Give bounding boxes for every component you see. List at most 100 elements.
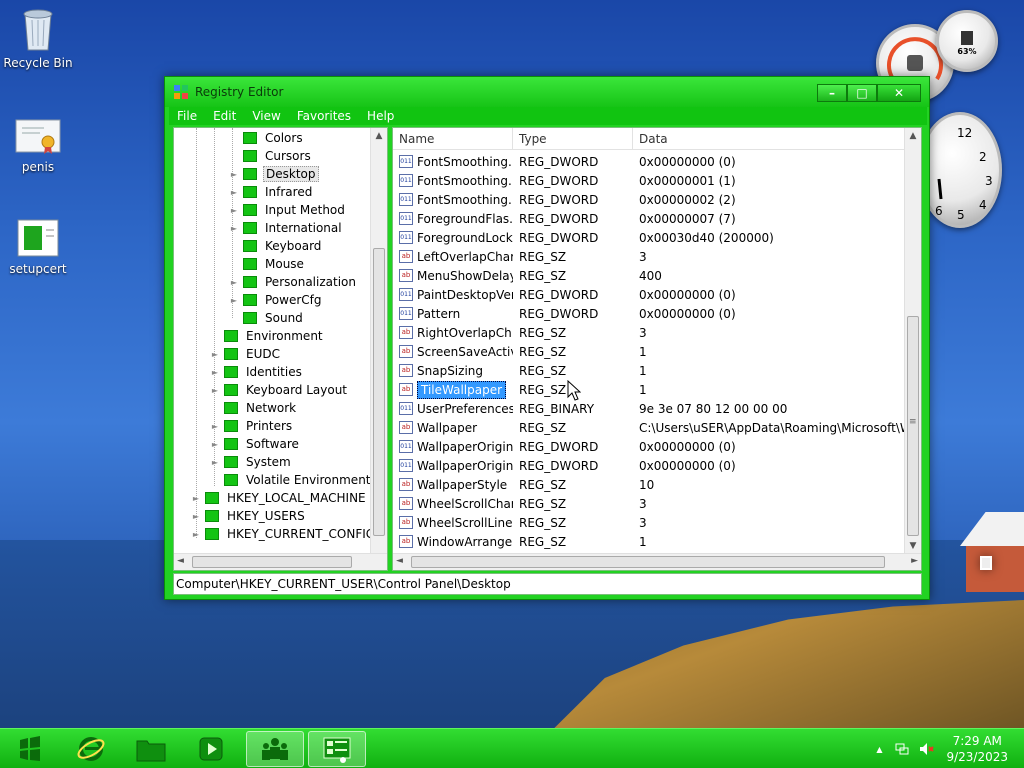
expand-arrow-icon[interactable]: ► xyxy=(229,278,239,287)
tree-item[interactable]: ► HKEY_USERS xyxy=(191,507,307,525)
tree-item[interactable]: ► Keyboard Layout xyxy=(210,381,349,399)
tree-item[interactable]: ► EUDC xyxy=(210,345,282,363)
expand-arrow-icon[interactable]: ► xyxy=(191,512,201,521)
tree-item[interactable]: Mouse xyxy=(229,255,306,273)
table-row[interactable]: 011 FontSmoothing... REG_DWORD 0x00000000 (… xyxy=(393,152,905,171)
expand-arrow-icon[interactable]: ► xyxy=(210,350,220,359)
tree-hscrollbar[interactable]: ◄ xyxy=(174,553,387,570)
table-row[interactable]: 011 ForegroundFlas... REG_DWORD 0x00000007 … xyxy=(393,209,905,228)
scroll-thumb[interactable] xyxy=(411,556,885,568)
expand-arrow-icon[interactable]: ► xyxy=(210,458,220,467)
table-row[interactable]: 011 FontSmoothing... REG_DWORD 0x00000001 (… xyxy=(393,171,905,190)
tree-item[interactable]: Volatile Environment xyxy=(210,471,373,489)
menu-favorites[interactable]: Favorites xyxy=(289,109,359,123)
expand-arrow-icon[interactable]: ► xyxy=(210,386,220,395)
taskbar-media-player[interactable] xyxy=(182,731,240,767)
expand-arrow-icon[interactable]: ► xyxy=(229,188,239,197)
taskbar-network-people[interactable] xyxy=(246,731,304,767)
tree-item[interactable]: ► Printers xyxy=(210,417,294,435)
table-row[interactable]: 011 Pattern REG_DWORD 0x00000000 (0) xyxy=(393,304,905,323)
scroll-thumb[interactable] xyxy=(192,556,352,568)
desktop-icon-penis[interactable]: penis xyxy=(0,116,76,174)
desktop-icon-setupcert[interactable]: setupcert xyxy=(0,218,76,276)
tree-item[interactable]: ► Input Method xyxy=(229,201,347,219)
registry-editor-window[interactable]: Registry Editor – □ ✕ File Edit View Fav… xyxy=(164,76,930,600)
expand-arrow-icon[interactable]: ► xyxy=(210,422,220,431)
table-row[interactable]: 011 FontSmoothing... REG_DWORD 0x00000002 (… xyxy=(393,190,905,209)
expand-arrow-icon[interactable]: ► xyxy=(229,296,239,305)
scroll-up-arrow[interactable]: ▲ xyxy=(905,128,921,145)
list-vscrollbar[interactable]: ▲ ≡ ▼ xyxy=(904,128,921,555)
expand-arrow-icon[interactable]: ► xyxy=(191,530,201,539)
table-row[interactable]: ab LeftOverlapChars REG_SZ 3 xyxy=(393,247,905,266)
table-row[interactable]: ab ScreenSaveActive REG_SZ 1 xyxy=(393,342,905,361)
memory-meter-gadget[interactable]: 63% xyxy=(936,10,998,72)
column-data[interactable]: Data xyxy=(633,128,905,150)
tree-item[interactable]: ► PowerCfg xyxy=(229,291,324,309)
scroll-up-arrow[interactable]: ▲ xyxy=(371,128,387,145)
tree-item[interactable]: Cursors xyxy=(229,147,313,165)
list-hscrollbar[interactable]: ◄ ► xyxy=(393,553,921,570)
table-row[interactable]: 011 PaintDesktopVer... REG_DWORD 0x00000000… xyxy=(393,285,905,304)
table-row[interactable]: 011 WallpaperOriginX REG_DWORD 0x00000000 (… xyxy=(393,437,905,456)
tree-item[interactable]: ► Identities xyxy=(210,363,304,381)
table-row[interactable]: 011 UserPreferences... REG_BINARY 9e 3e 07 … xyxy=(393,399,905,418)
column-type[interactable]: Type xyxy=(513,128,633,150)
scroll-right-arrow[interactable]: ► xyxy=(911,556,918,566)
registry-tree[interactable]: Colors Cursors ► Desktop ► Infrared ► Input Met… xyxy=(173,127,388,571)
scroll-left-arrow[interactable]: ◄ xyxy=(177,556,184,566)
minimize-button[interactable]: – xyxy=(817,84,847,102)
tree-item[interactable]: ► HKEY_CURRENT_CONFIG xyxy=(191,525,377,543)
expand-arrow-icon[interactable]: ► xyxy=(210,368,220,377)
tree-item[interactable]: ► HKEY_LOCAL_MACHINE xyxy=(191,489,368,507)
tree-item[interactable]: ► Software xyxy=(210,435,301,453)
taskbar-registry-editor[interactable] xyxy=(308,731,366,767)
tree-item[interactable]: Keyboard xyxy=(229,237,323,255)
menu-help[interactable]: Help xyxy=(359,109,402,123)
clock-gadget[interactable]: 12 2 3 4 5 6 xyxy=(918,112,1002,228)
tree-item[interactable]: ► International xyxy=(229,219,344,237)
scroll-thumb[interactable]: ≡ xyxy=(907,316,919,536)
registry-values-list[interactable]: Name Type Data 011 FontSmoothing... REG_DW… xyxy=(392,127,922,571)
table-row[interactable]: 011 ForegroundLock... REG_DWORD 0x00030d40 … xyxy=(393,228,905,247)
tree-vscrollbar[interactable]: ▲ xyxy=(370,128,387,555)
table-row[interactable]: ab MenuShowDelay REG_SZ 400 xyxy=(393,266,905,285)
table-row[interactable]: ab WindowArrange... REG_SZ 1 xyxy=(393,532,905,551)
table-row[interactable]: ab TileWallpaper REG_SZ 1 xyxy=(393,380,905,399)
table-row[interactable]: ab WheelScrollChars REG_SZ 3 xyxy=(393,494,905,513)
scroll-thumb[interactable] xyxy=(373,248,385,536)
expand-arrow-icon[interactable]: ► xyxy=(229,224,239,233)
expand-arrow-icon[interactable]: ► xyxy=(229,206,239,215)
tree-item[interactable]: Colors xyxy=(229,129,305,147)
expand-arrow-icon[interactable]: ► xyxy=(229,170,239,179)
close-button[interactable]: ✕ xyxy=(877,84,921,102)
maximize-button[interactable]: □ xyxy=(847,84,877,102)
table-row[interactable]: ab Wallpaper REG_SZ C:\Users\uSER\AppData\R… xyxy=(393,418,905,437)
tree-item[interactable]: ► Personalization xyxy=(229,273,358,291)
table-row[interactable]: ab SnapSizing REG_SZ 1 xyxy=(393,361,905,380)
expand-arrow-icon[interactable]: ► xyxy=(191,494,201,503)
taskbar-explorer[interactable] xyxy=(122,731,180,767)
table-row[interactable]: ab WheelScrollLines REG_SZ 3 xyxy=(393,513,905,532)
start-button[interactable] xyxy=(0,731,58,767)
desktop-icon-recycle-bin[interactable]: Recycle Bin xyxy=(0,6,76,70)
table-row[interactable]: 011 WallpaperOriginY REG_DWORD 0x00000000 (… xyxy=(393,456,905,475)
tree-item[interactable]: ► System xyxy=(210,453,293,471)
tree-item[interactable]: Network xyxy=(210,399,298,417)
menu-view[interactable]: View xyxy=(244,109,288,123)
menu-file[interactable]: File xyxy=(169,109,205,123)
tree-item[interactable]: Environment xyxy=(210,327,325,345)
network-icon[interactable] xyxy=(894,741,910,757)
taskbar-internet-explorer[interactable] xyxy=(62,731,120,767)
title-bar[interactable]: Registry Editor – □ ✕ xyxy=(165,77,929,107)
menu-edit[interactable]: Edit xyxy=(205,109,244,123)
tree-item[interactable]: ► Desktop xyxy=(229,165,319,183)
column-name[interactable]: Name xyxy=(393,128,513,150)
tree-item[interactable]: ► Infrared xyxy=(229,183,314,201)
tree-item[interactable]: Sound xyxy=(229,309,305,327)
show-hidden-icons-button[interactable]: ▲ xyxy=(876,745,882,754)
clock[interactable]: 7:29 AM 9/23/2023 xyxy=(946,733,1008,765)
table-row[interactable]: ab RightOverlapCh... REG_SZ 3 xyxy=(393,323,905,342)
scroll-left-arrow[interactable]: ◄ xyxy=(396,556,403,566)
table-row[interactable]: ab WallpaperStyle REG_SZ 10 xyxy=(393,475,905,494)
